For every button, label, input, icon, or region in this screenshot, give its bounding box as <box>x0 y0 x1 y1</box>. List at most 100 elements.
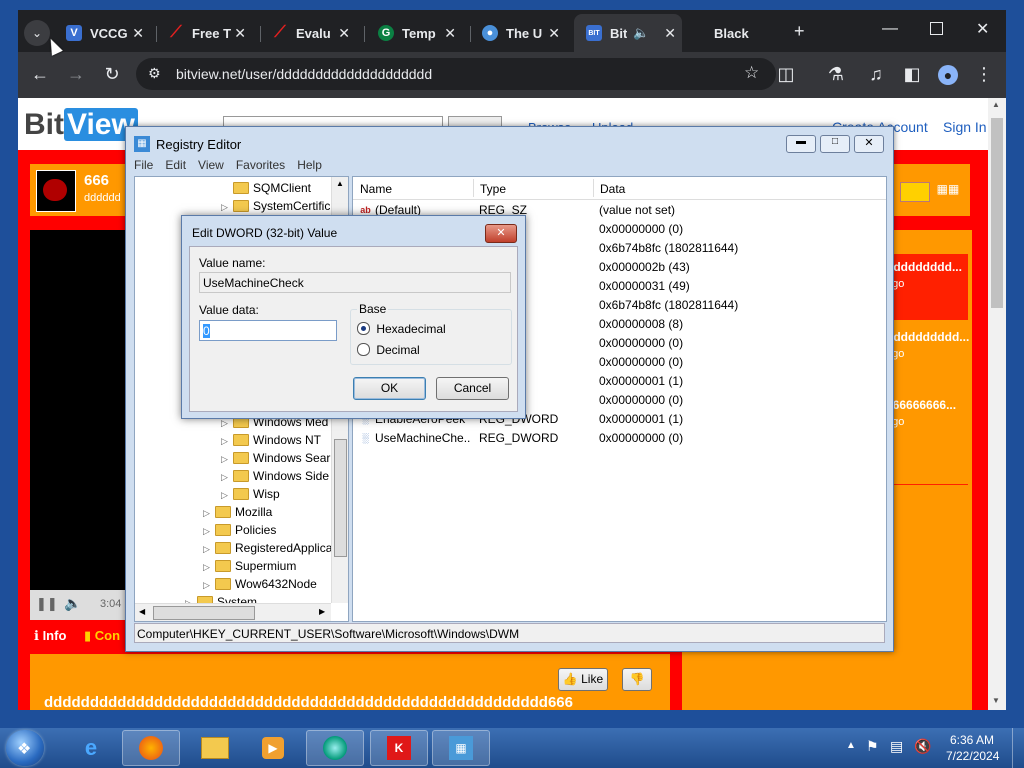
media-control-icon[interactable]: ♫ <box>864 62 888 86</box>
close-tab-icon[interactable]: ✕ <box>132 25 144 42</box>
tab-temp[interactable]: G Temp ✕ <box>378 18 462 48</box>
minimize-icon[interactable]: — <box>882 20 898 38</box>
tab-comments[interactable]: ▮ Con <box>84 628 120 644</box>
show-hidden-icons[interactable]: ▲ <box>846 740 856 751</box>
menu-edit[interactable]: Edit <box>165 158 186 176</box>
menu-bar: File Edit View Favorites Help <box>134 158 322 176</box>
volume-muted-icon[interactable]: 🔇 <box>914 738 931 755</box>
forward-icon[interactable]: → <box>64 62 88 86</box>
tree-item[interactable]: ▷ Wisp <box>221 485 280 503</box>
related-item-title[interactable]: ddddddddd... <box>886 260 962 274</box>
tab-free[interactable]: ⟋ Free T ✕ <box>168 18 252 48</box>
video-info-panel: 👍 Like 👎 ddddddddddddddddddddddddddddddd… <box>30 654 670 710</box>
close-tab-icon[interactable]: ✕ <box>338 25 350 42</box>
menu-help[interactable]: Help <box>297 158 322 176</box>
profile-avatar-icon[interactable]: ● <box>936 62 960 86</box>
view-toggle-grid[interactable]: ▦▦ <box>934 182 962 200</box>
new-tab-icon[interactable]: + <box>794 21 805 42</box>
back-icon[interactable]: ← <box>28 62 52 86</box>
bookmark-star-icon[interactable]: ☆ <box>744 63 759 83</box>
like-button[interactable]: 👍 Like <box>558 668 608 691</box>
related-item-title[interactable]: dddddddddd... <box>886 330 969 344</box>
hexadecimal-radio[interactable]: Hexadecimal <box>357 322 446 336</box>
slash-favicon-icon: ⟋ <box>274 24 286 41</box>
menu-file[interactable]: File <box>134 158 153 176</box>
menu-view[interactable]: View <box>198 158 224 176</box>
taskbar-ie[interactable]: e <box>62 730 120 766</box>
close-tab-icon[interactable]: ✕ <box>548 25 560 42</box>
speaker-icon[interactable]: 🔈 <box>633 25 649 41</box>
table-row[interactable]: ░ UseMachineChe... REG_DWORD 0x00000000 (0) <box>353 429 886 448</box>
tree-item[interactable]: ▷ Mozilla <box>203 503 272 521</box>
windows-taskbar: ❖ e ▶ K ▦ ▲ ⚑ ▤ 🔇 6:36 AM 7/22/2024 <box>0 728 1024 768</box>
address-bar[interactable]: ⚙ bitview.net/user/dddddddddddddddddddd … <box>136 58 776 90</box>
dislike-button[interactable]: 👎 <box>622 668 652 691</box>
clock-date[interactable]: 7/22/2024 <box>946 749 999 763</box>
tab-bitview[interactable]: BIT Bit 🔈 ✕ <box>574 14 682 52</box>
page-scrollbar[interactable]: ▲ ▼ <box>988 98 1006 710</box>
taskbar-kaspersky[interactable]: K <box>370 730 428 766</box>
clock-time[interactable]: 6:36 AM <box>950 733 994 747</box>
close-window-icon[interactable]: ✕ <box>976 19 989 39</box>
extensions-icon[interactable]: ◫ <box>774 62 798 86</box>
cell-data: 0x6b74b8fc (1802811644) <box>599 241 739 255</box>
tree-item[interactable]: ▷ Windows Side <box>221 467 329 485</box>
bitview-logo[interactable]: Bit View <box>24 108 138 142</box>
menu-favorites[interactable]: Favorites <box>236 158 285 176</box>
ok-button[interactable]: OK <box>353 377 426 400</box>
reload-icon[interactable]: ↻ <box>100 62 124 86</box>
tree-item[interactable]: ▷ Policies <box>203 521 276 539</box>
sign-in-link[interactable]: Sign In <box>943 119 987 135</box>
value-data-input[interactable]: 0 <box>199 320 337 341</box>
tree-item[interactable]: ▷ RegisteredApplica <box>203 539 332 557</box>
tab-the-u[interactable]: ● The U ✕ <box>482 18 566 48</box>
site-info-icon[interactable]: ⚙ <box>148 65 161 82</box>
side-panel-icon[interactable]: ◧ <box>900 62 924 86</box>
channel-avatar[interactable] <box>36 170 76 212</box>
decimal-radio[interactable]: Decimal <box>357 343 420 357</box>
device-icon[interactable]: ▤ <box>890 738 903 755</box>
taskbar-firefox[interactable] <box>122 730 180 766</box>
maximize-icon[interactable] <box>930 22 943 35</box>
dialog-close-button[interactable]: ✕ <box>485 224 517 243</box>
tree-item[interactable]: ▷ Wow6432Node <box>203 575 317 593</box>
tree-item[interactable]: ▷ SystemCertific <box>221 197 330 215</box>
tree-item[interactable]: ▷ Windows Sear <box>221 449 330 467</box>
tab-vccg[interactable]: V VCCG ✕ <box>66 18 150 48</box>
tree-item[interactable]: ▷ Supermium <box>203 557 296 575</box>
registry-editor-icon: ▦ <box>449 736 473 760</box>
maximize-button[interactable]: □ <box>820 135 850 153</box>
related-item-title[interactable]: 666666666... <box>886 398 956 412</box>
taskbar-media-player[interactable]: ▶ <box>244 730 302 766</box>
view-toggle-list[interactable] <box>900 182 930 202</box>
close-tab-icon[interactable]: ✕ <box>664 25 676 42</box>
minimize-button[interactable]: ▬ <box>786 135 816 153</box>
tree-item[interactable]: ▷ Windows NT <box>221 431 321 449</box>
column-type-header[interactable]: Type <box>480 182 506 196</box>
cancel-button[interactable]: Cancel <box>436 377 509 400</box>
tab-black[interactable]: Black <box>708 18 788 48</box>
folder-icon <box>233 488 249 500</box>
taskbar-explorer[interactable] <box>186 730 244 766</box>
close-tab-icon[interactable]: ✕ <box>444 25 456 42</box>
video-player[interactable] <box>30 230 130 620</box>
pause-icon[interactable]: ❚❚ <box>36 596 58 612</box>
labs-flask-icon[interactable]: ⚗ <box>824 62 848 86</box>
start-button[interactable]: ❖ <box>6 730 44 766</box>
kaspersky-icon: K <box>387 736 411 760</box>
column-data-header[interactable]: Data <box>600 182 625 196</box>
close-tab-icon[interactable]: ✕ <box>234 25 246 42</box>
tree-horizontal-scrollbar[interactable]: ◀ ▶ <box>135 603 331 621</box>
window-title: Registry Editor <box>156 137 242 152</box>
close-button[interactable]: ✕ <box>854 135 884 153</box>
tab-info[interactable]: ℹ Info <box>34 628 66 644</box>
tree-item[interactable]: SQMClient <box>221 179 311 197</box>
taskbar-chrome-app[interactable] <box>306 730 364 766</box>
action-center-flag-icon[interactable]: ⚑ <box>866 738 879 755</box>
tab-evalu[interactable]: ⟋ Evalu ✕ <box>272 18 356 48</box>
taskbar-regedit[interactable]: ▦ <box>432 730 490 766</box>
menu-kebab-icon[interactable]: ⋮ <box>972 62 996 86</box>
volume-icon[interactable]: 🔈 <box>64 595 81 612</box>
column-name-header[interactable]: Name <box>360 182 392 196</box>
show-desktop-button[interactable] <box>1012 728 1024 768</box>
